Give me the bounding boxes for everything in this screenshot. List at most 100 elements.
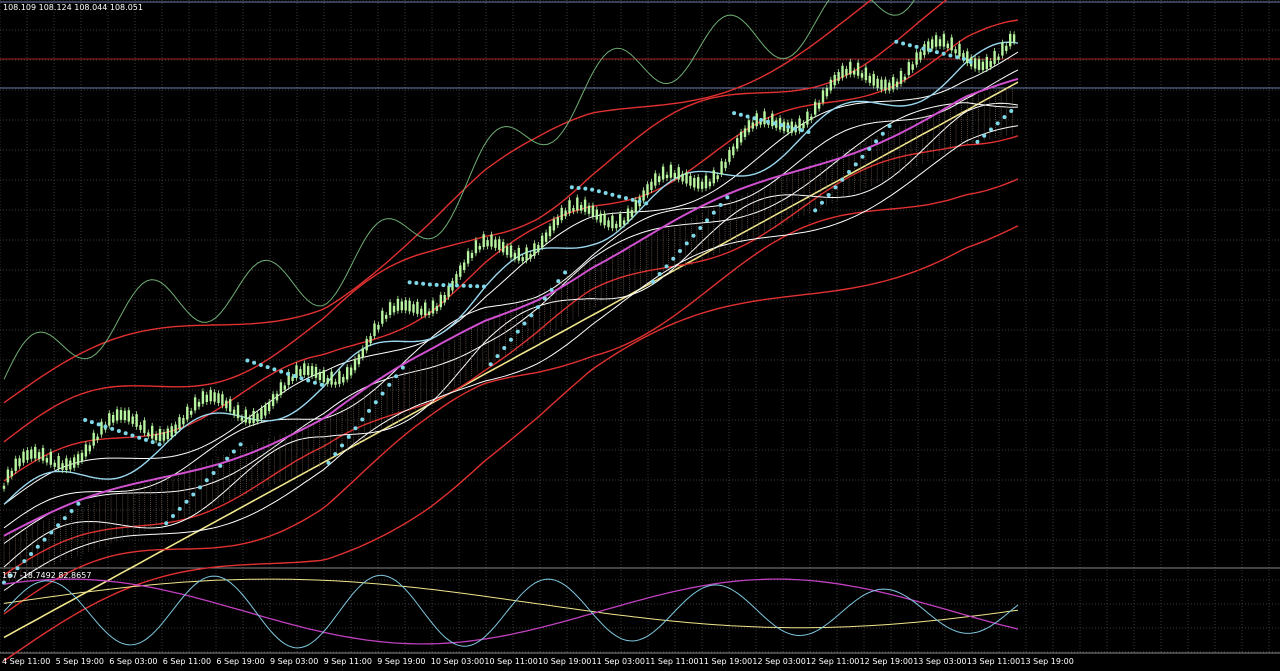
candle-body — [494, 239, 497, 248]
candle-body — [84, 444, 88, 457]
bollinger-band — [3, 225, 1019, 662]
candle-body — [53, 462, 56, 467]
candle-body — [186, 406, 189, 420]
candle-body — [1012, 34, 1016, 42]
candle-body — [743, 128, 747, 137]
candle-body — [10, 470, 13, 477]
candle-body — [712, 170, 715, 184]
candle-body — [860, 73, 864, 78]
psar-dot — [353, 426, 358, 431]
candle-body — [626, 208, 630, 222]
psar-dot — [448, 283, 453, 288]
psar-dot — [279, 369, 284, 374]
price-chart: 4 Sep 11:00 5 Sep 19:00 6 Sep 03:00 6 Sep 1… — [0, 0, 1280, 666]
psar-dot — [130, 433, 135, 438]
x-tick-label: 9 Sep 19:00 — [377, 657, 425, 666]
candle-body — [946, 43, 949, 49]
psar-dot — [488, 362, 493, 367]
psar-dot — [373, 400, 378, 405]
psar-dot — [96, 422, 101, 427]
candle-body — [232, 409, 236, 415]
candle-body — [135, 414, 138, 427]
candle-body — [603, 213, 606, 226]
candle-body — [338, 371, 341, 385]
candle-body — [845, 68, 848, 76]
candle-body — [61, 463, 64, 470]
candle-body — [903, 76, 907, 80]
candle-body — [76, 454, 80, 465]
candle-body — [591, 205, 595, 217]
psar-dot — [995, 121, 1000, 126]
candle-body — [385, 314, 388, 319]
candle-body — [958, 43, 961, 57]
candle-body — [763, 111, 766, 125]
candle-body — [400, 301, 403, 311]
candle-body — [424, 302, 427, 316]
candle-body — [790, 121, 793, 133]
candle-body — [615, 223, 618, 229]
candle-body — [73, 457, 76, 468]
candle-body — [170, 426, 173, 437]
candle-body — [938, 39, 942, 47]
candle-body — [622, 220, 626, 225]
psar-dot — [468, 284, 473, 289]
candle-body — [646, 184, 649, 196]
oscillator-slow — [3, 578, 1019, 629]
candle-body — [513, 252, 517, 260]
psar-dot — [198, 485, 203, 490]
x-tick-label: 6 Sep 03:00 — [109, 657, 157, 666]
candle-body — [420, 308, 423, 315]
psar-dot — [732, 111, 737, 116]
candle-body — [673, 172, 676, 179]
psar-dot — [596, 189, 601, 194]
psar-dot — [407, 280, 412, 285]
candle-body — [521, 257, 524, 262]
psar-dot — [110, 426, 115, 431]
candle-body — [525, 247, 528, 261]
psar-dot — [394, 374, 399, 379]
psar-dot — [69, 508, 74, 513]
candle-body — [732, 146, 735, 156]
psar-dot — [934, 50, 939, 55]
candle-body — [244, 409, 247, 423]
candle-body — [45, 458, 49, 463]
psar-dot — [711, 210, 716, 215]
candle-body — [876, 78, 879, 88]
psar-dot — [874, 139, 879, 144]
candle-body — [782, 121, 786, 132]
x-tick-label: 13 Sep 03:00 — [913, 657, 966, 666]
x-tick-label: 11 Sep 03:00 — [592, 657, 645, 666]
candle-body — [810, 116, 813, 120]
candle-body — [256, 413, 259, 422]
candle-body — [330, 371, 333, 385]
x-tick-label: 13 Sep 11:00 — [967, 657, 1020, 666]
psar-dot — [901, 41, 906, 46]
candle-body — [833, 74, 836, 86]
psar-dot — [421, 281, 426, 286]
psar-dot — [745, 114, 750, 119]
oscillator-header: 167 -18.7492 82.8657 — [2, 571, 92, 580]
candle-body — [154, 434, 158, 441]
psar-dot — [779, 123, 784, 128]
psar-dot — [252, 360, 257, 365]
candle-body — [868, 75, 871, 83]
oscillator-main — [3, 574, 1019, 649]
candle-body — [151, 425, 154, 439]
psar-dot — [988, 127, 993, 132]
psar-dot — [184, 499, 189, 504]
psar-dot — [380, 391, 385, 396]
x-tick-label: 13 Sep 19:00 — [1020, 657, 1073, 666]
candle-body — [806, 111, 809, 125]
psar-dot — [975, 139, 980, 144]
candle-body — [502, 241, 505, 253]
candle-body — [544, 232, 548, 242]
candle-body — [899, 70, 903, 84]
candle-body — [49, 451, 52, 465]
candle-body — [658, 176, 661, 183]
candle-body — [96, 436, 99, 440]
psar-dot — [191, 492, 196, 497]
candle-body — [934, 35, 938, 47]
psar-dot — [35, 544, 40, 549]
psar-dot — [76, 501, 81, 506]
x-tick-label: 9 Sep 03:00 — [270, 657, 318, 666]
